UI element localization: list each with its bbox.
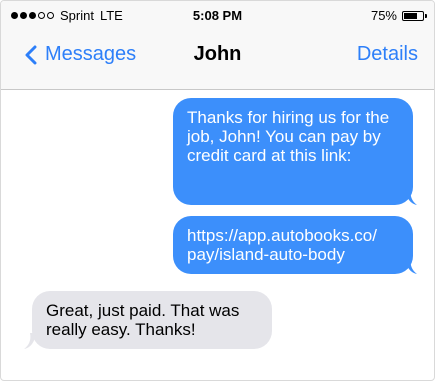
message-bubble-sent[interactable]: Thanks for hiring us for the job, John! …: [173, 98, 413, 205]
bubble-tail: [24, 333, 36, 349]
bubble-tail: [405, 189, 417, 205]
details-button[interactable]: Details: [357, 43, 418, 66]
battery-info: 75%: [370, 8, 427, 23]
battery-percent: 75%: [370, 8, 397, 23]
message-thread: Thanks for hiring us for the job, John! …: [1, 90, 434, 380]
status-time: 5:08 PM: [192, 8, 243, 23]
message-bubble-sent[interactable]: https://app.autobooks.co/ pay/island-aut…: [173, 216, 413, 274]
top-bar: Sprint LTE 5:08 PM 75% Messages John Det…: [1, 1, 434, 90]
status-bar: Sprint LTE 5:08 PM 75%: [1, 1, 434, 31]
battery-icon: [402, 10, 427, 21]
message-bubble-received[interactable]: Great, just paid. That was really easy. …: [32, 291, 272, 349]
bubble-tail: [405, 258, 417, 274]
payment-link[interactable]: https://app.autobooks.co/ pay/island-aut…: [187, 226, 377, 264]
navigation-bar: Messages John Details: [1, 39, 434, 75]
battery-fill: [404, 12, 417, 19]
phone-screen: Sprint LTE 5:08 PM 75% Messages John Det…: [0, 0, 435, 381]
